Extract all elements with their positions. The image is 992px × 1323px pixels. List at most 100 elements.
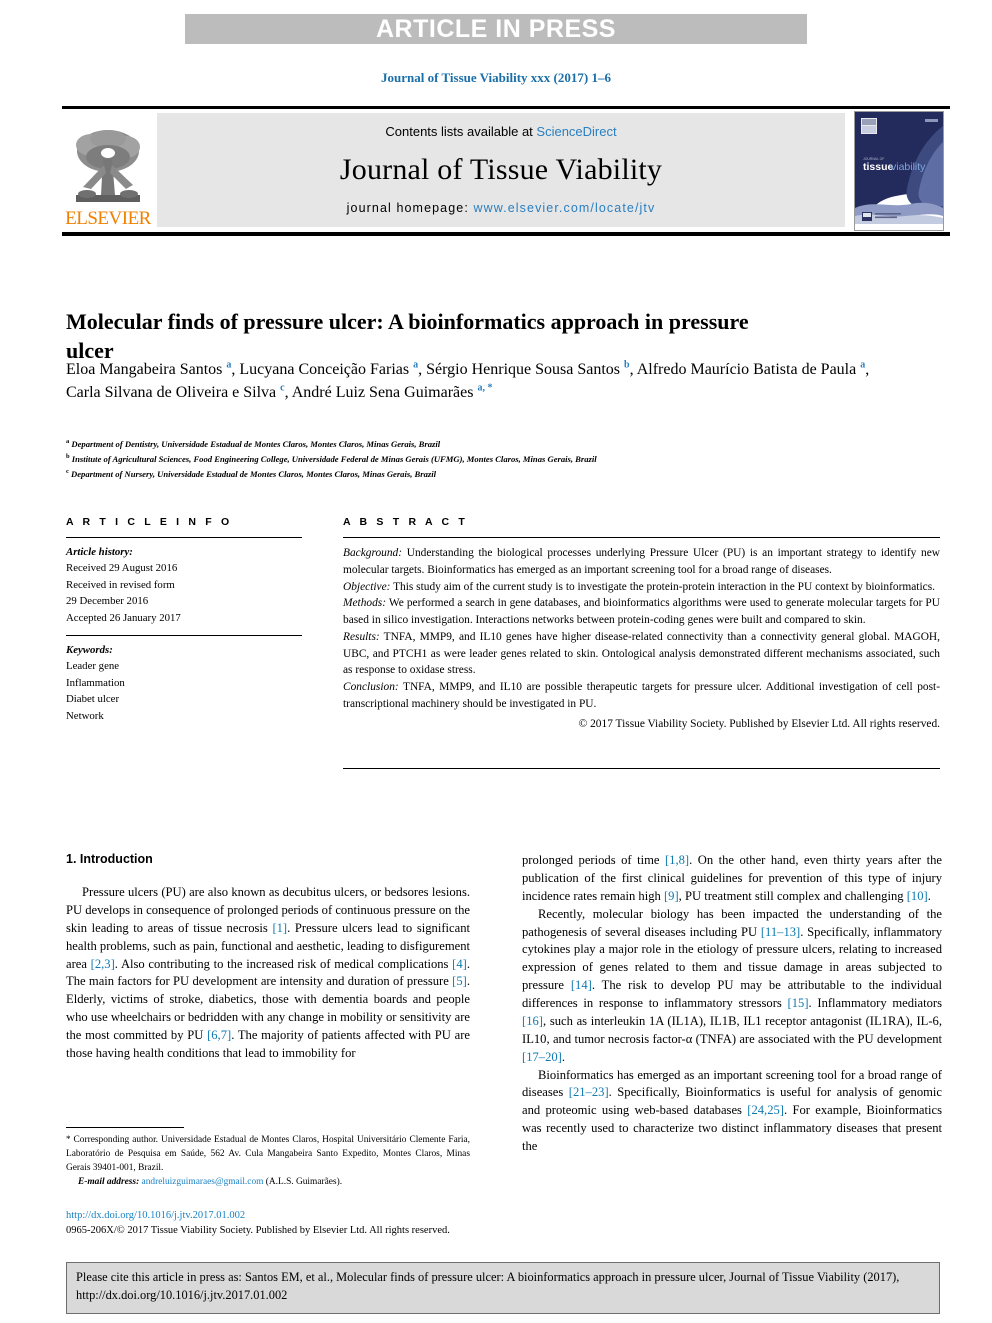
abstract-section-label: Background: [343, 547, 403, 559]
body-column-right: prolonged periods of time [1,8]. On the … [522, 852, 942, 1156]
abstract-section-text: This study aim of the current study is t… [390, 580, 935, 593]
corresponding-author-footnote: * Corresponding author. Universidade Est… [66, 1127, 470, 1189]
footnote-address-text: Corresponding author. Universidade Estad… [66, 1135, 470, 1174]
body-text-run: , such as interleukin 1A (IL1A), IL1B, I… [522, 1013, 942, 1046]
abstract-rule-bottom [343, 768, 940, 770]
journal-cover-artwork: JOURNAL OF tissue viability [855, 111, 943, 230]
article-info-heading: A R T I C L E I N F O [66, 516, 233, 528]
citation-reference-link[interactable]: [11–13] [761, 925, 800, 939]
citation-reference-link[interactable]: [16] [522, 1014, 543, 1028]
citation-reference-link[interactable]: [17–20] [522, 1050, 562, 1064]
abstract-copyright: © 2017 Tissue Viability Society. Publish… [578, 717, 940, 730]
article-history-item: Received in revised form [66, 578, 175, 591]
article-in-press-banner: ARTICLE IN PRESS [185, 14, 807, 44]
journal-title: Journal of Tissue Viability [339, 153, 663, 186]
citation-reference-link[interactable]: [9] [664, 889, 679, 903]
citation-reference-link[interactable]: [6,7] [207, 1028, 231, 1042]
keywords-label: Keywords: [66, 644, 113, 657]
journal-masthead: ELSEVIER Contents lists available at Sci… [62, 106, 950, 236]
doi-link[interactable]: http://dx.doi.org/10.1016/j.jtv.2017.01.… [66, 1208, 566, 1223]
abstract-heading: A B S T R A C T [343, 516, 468, 528]
article-history-item: Accepted 26 January 2017 [66, 611, 181, 624]
abstract-section-text: TNFA, MMP9, and IL10 genes have higher d… [343, 630, 940, 677]
body-text-run: prolonged periods of time [522, 853, 665, 867]
journal-cover-block: JOURNAL OF tissue viability [848, 109, 950, 232]
homepage-url-link[interactable]: www.elsevier.com/locate/jtv [473, 201, 655, 215]
abstract-section-label: Methods: [343, 597, 387, 610]
issn-copyright-line: 0965-206X/© 2017 Tissue Viability Societ… [66, 1225, 450, 1237]
abstract-section-text: TNFA, MMP9, and IL10 are possible therap… [343, 681, 940, 710]
section-heading-introduction: 1. Introduction [66, 852, 153, 866]
body-paragraph: Recently, molecular biology has been imp… [522, 906, 942, 1067]
article-history-item: Received 29 August 2016 [66, 562, 178, 575]
body-text-run: . [927, 888, 931, 903]
affiliation-list: a Department of Dentistry, Universidade … [66, 437, 916, 481]
author-separator: , [284, 384, 292, 402]
keyword-item: Leader gene [66, 660, 120, 673]
elsevier-wordmark: ELSEVIER [65, 208, 151, 229]
citation-reference-link[interactable]: [2,3] [91, 957, 115, 971]
elsevier-logo-block: ELSEVIER [62, 109, 154, 232]
footnote-divider [66, 1127, 184, 1128]
citation-reference-link[interactable]: [15] [788, 996, 809, 1010]
body-text-run: , PU treatment still complex and challen… [678, 888, 907, 903]
article-history-lines: Received 29 August 2016 Received in revis… [66, 560, 302, 626]
paper-title: Molecular finds of pressure ulcer: A bio… [66, 308, 749, 363]
journal-running-head: Journal of Tissue Viability xxx (2017) 1… [381, 70, 611, 85]
author-name: Lucyana Conceição Farias [239, 361, 414, 378]
citation-reference-link[interactable]: [5] [452, 974, 467, 988]
keyword-item: Network [66, 709, 104, 722]
citation-reference-link[interactable]: [21–23] [569, 1085, 609, 1099]
citation-request-box: Please cite this article in press as: Sa… [66, 1262, 940, 1314]
body-paragraph: Pressure ulcers (PU) are also known as d… [66, 884, 470, 1063]
author-affiliation-marker: a, * [477, 382, 493, 394]
masthead-center: Contents lists available at ScienceDirec… [157, 113, 845, 227]
author-separator: , [865, 361, 870, 378]
citation-reference-link[interactable]: [1] [272, 921, 287, 935]
keywords-block: Keywords: Leader gene Inflammation Diabet … [66, 636, 302, 724]
keyword-item: Diabet ulcer [66, 693, 120, 706]
body-column-left: 1. Introduction Pressure ulcers (PU) are… [66, 852, 470, 1063]
article-in-press-label: ARTICLE IN PRESS [376, 14, 616, 43]
citation-reference-link[interactable]: [4] [452, 957, 467, 971]
affiliation-item: c Department of Nursery, Universidade Es… [66, 467, 916, 482]
journal-homepage-line: journal homepage: www.elsevier.com/locat… [347, 201, 656, 215]
affiliation-text: Department of Dentistry, Universidade Es… [69, 438, 441, 449]
affiliation-item: a Department of Dentistry, Universidade … [66, 437, 916, 452]
author-name: Sérgio Henrique Sousa Santos [426, 361, 625, 378]
doi-footer: http://dx.doi.org/10.1016/j.jtv.2017.01.… [66, 1208, 566, 1238]
body-paragraph: prolonged periods of time [1,8]. On the … [522, 852, 942, 906]
abstract-column: A B S T R A C T Background: Understandin… [343, 516, 940, 770]
citation-reference-link[interactable]: [1,8] [665, 853, 689, 867]
abstract-section: Conclusion: TNFA, MMP9, and IL10 are pos… [343, 679, 940, 713]
affiliation-text: Department of Nursery, Universidade Esta… [68, 468, 436, 479]
svg-text:viability: viability [891, 161, 926, 173]
body-text-run: . Also contributing to the increased ris… [114, 956, 453, 971]
body-right-paragraphs: prolonged periods of time [1,8]. On the … [522, 852, 942, 1156]
abstract-section-text: Understanding the biological processes u… [343, 547, 940, 576]
abstract-section: Methods: We performed a search in gene d… [343, 595, 940, 629]
citation-reference-link[interactable]: [14] [571, 978, 592, 992]
email-address-label: E-mail address: [78, 1177, 140, 1188]
affiliation-item: b Institute of Agricultural Sciences, Fo… [66, 452, 916, 467]
citation-request-text: Please cite this article in press as: Sa… [76, 1270, 900, 1302]
homepage-label: journal homepage: [346, 201, 474, 215]
footnote-address: * Corresponding author. Universidade Est… [66, 1133, 470, 1175]
contents-prefix: Contents lists available at [385, 124, 537, 139]
author-separator: , [629, 361, 637, 378]
citation-reference-link[interactable]: [24,25] [747, 1103, 784, 1117]
abstract-section: Background: Understanding the biological… [343, 545, 940, 579]
article-info-column: A R T I C L E I N F O Article history: R… [66, 516, 302, 724]
abstract-section-text: We performed a search in gene databases,… [343, 597, 940, 627]
article-history-label: Article history: [66, 546, 133, 558]
citation-reference-link[interactable]: [10] [907, 889, 928, 903]
sciencedirect-link[interactable]: ScienceDirect [536, 124, 616, 139]
author-name: Carla Silvana de Oliveira e Silva [66, 384, 281, 402]
keywords-lines: Leader gene Inflammation Diabet ulcer Netwo… [66, 658, 302, 724]
author-name: André Luiz Sena Guimarães [291, 384, 478, 402]
svg-text:tissue: tissue [863, 161, 894, 173]
body-text-run: . [561, 1049, 566, 1064]
email-address-link[interactable]: andreluizguimaraes@gmail.com [142, 1177, 264, 1187]
elsevier-tree-icon [76, 130, 140, 202]
author-list: Eloa Mangabeira Santos a, Lucyana Concei… [66, 358, 886, 404]
